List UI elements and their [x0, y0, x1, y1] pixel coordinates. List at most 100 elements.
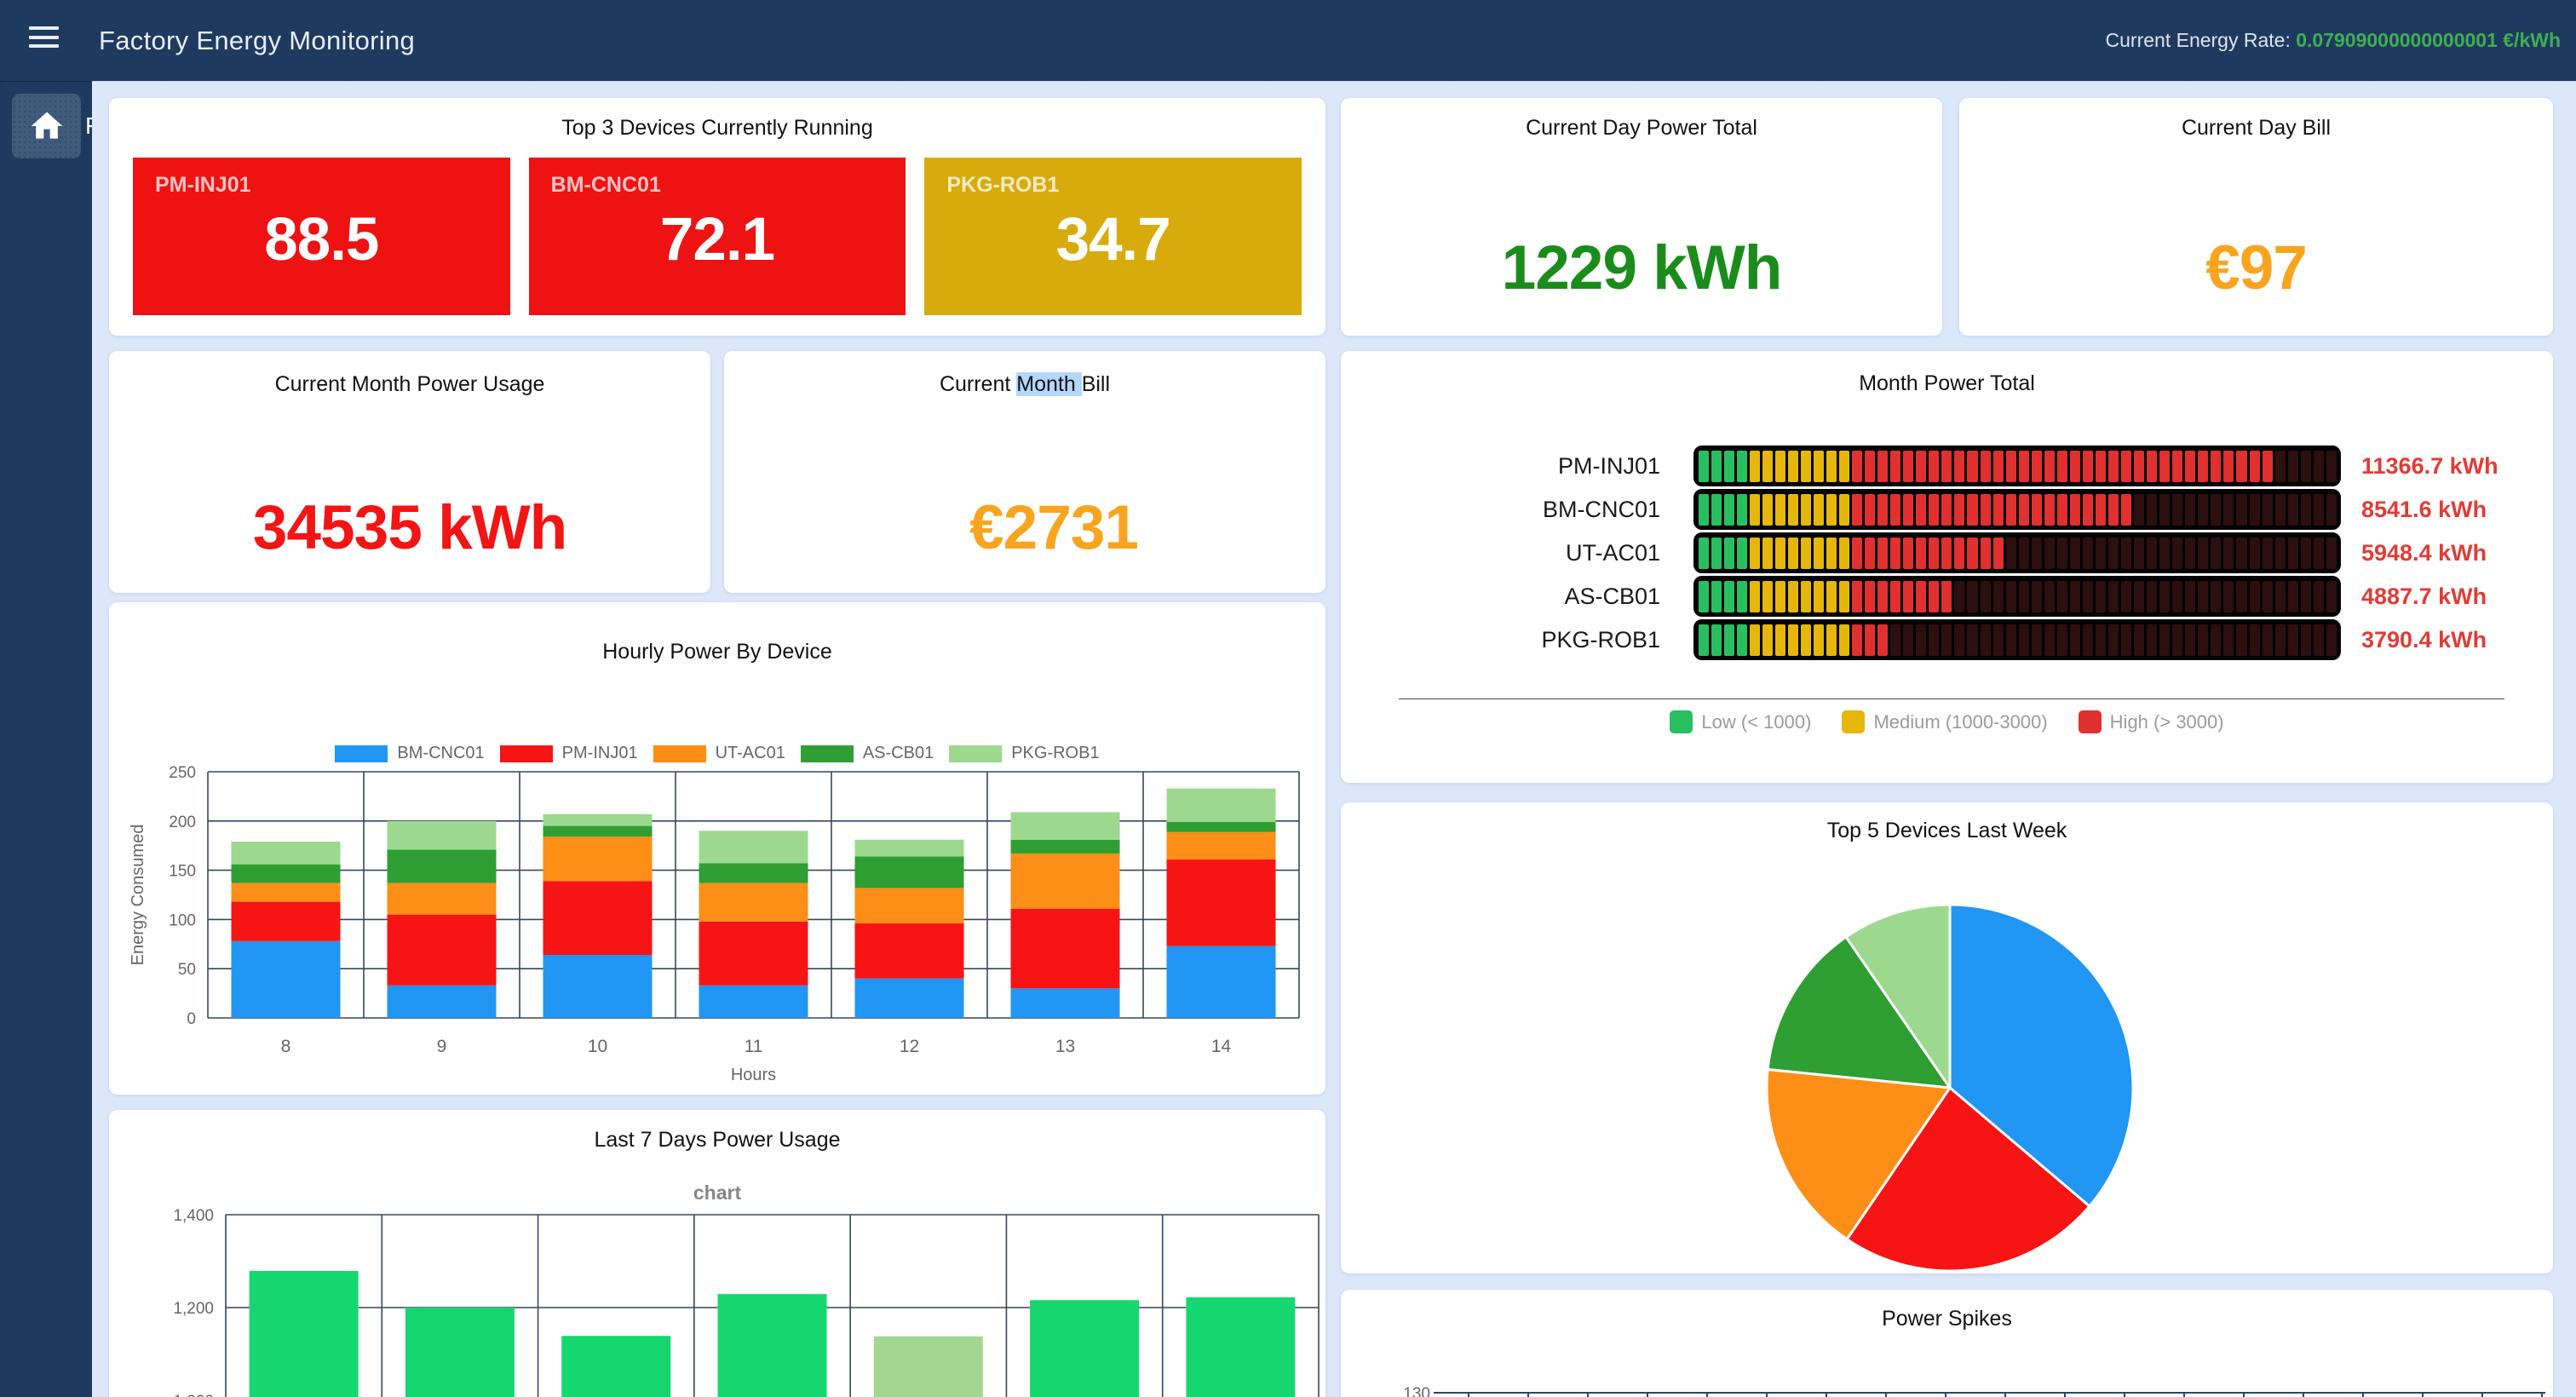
- stacked-bar-AS-CB01-h11: [699, 864, 808, 883]
- legend-swatch: [2079, 710, 2102, 733]
- stacked-bar-UT-AC01-h11: [699, 883, 808, 922]
- stat-box-value: 72.1: [529, 205, 906, 274]
- bar-day-5: [874, 1337, 983, 1397]
- panel-title: Current Month Power Usage: [109, 372, 710, 397]
- home-icon: [28, 107, 66, 145]
- gauge-label: AS-CB01: [1341, 576, 1660, 617]
- stacked-bar-BM-CNC01-h14: [1167, 946, 1276, 1018]
- stacked-bar-PKG-ROB1-h12: [855, 840, 964, 857]
- panel-title: Current Day Power Total: [1341, 116, 1942, 141]
- stacked-bar-UT-AC01-h8: [232, 883, 341, 902]
- stacked-bar-PM-INJ01-h10: [543, 881, 653, 955]
- stat-box-label: BM-CNC01: [551, 173, 661, 198]
- stacked-bar-BM-CNC01-h9: [388, 986, 497, 1018]
- panel-month-power-usage: Current Month Power Usage 34535 kWh: [109, 351, 710, 593]
- legend-label: Medium (1000-3000): [1873, 711, 2047, 733]
- dashboard-page: Factory Energy Monitoring Current Energy…: [0, 0, 2576, 1397]
- top5-pie-chart[interactable]: [1341, 802, 2553, 1273]
- panel-title: Current Month Bill: [724, 372, 1325, 397]
- bar-day-6: [1030, 1300, 1139, 1397]
- gauge-label: PKG-ROB1: [1341, 619, 1660, 660]
- stacked-bar-BM-CNC01-h10: [543, 955, 653, 1018]
- stacked-bar-BM-CNC01-h13: [1011, 988, 1120, 1018]
- last7-bar-chart[interactable]: 1,400 1,200 1,000: [109, 1110, 1325, 1397]
- panel-last7-days: Last 7 Days Power Usage chart 1,4001,200…: [109, 1110, 1325, 1397]
- stat-box-label: PM-INJ01: [155, 173, 251, 198]
- legend-swatch: [1842, 710, 1865, 733]
- gauge-rows: PM-INJ0111366.7 kWhBM-CNC018541.6 kWhUT-…: [1341, 446, 2553, 663]
- sidebar-item-home[interactable]: [12, 94, 81, 158]
- day-bill-value: €97: [1959, 233, 2553, 303]
- gauge-row-PKG-ROB1: PKG-ROB1 3790.4 kWh: [1341, 619, 2553, 660]
- svg-text:100: 100: [169, 911, 196, 929]
- gauge-value: 4887.7 kWh: [2361, 576, 2487, 617]
- gauge-row-PM-INJ01: PM-INJ0111366.7 kWh: [1341, 446, 2553, 486]
- stat-box-PM-INJ01: PM-INJ0188.5: [133, 158, 510, 315]
- stacked-bar-UT-AC01-h14: [1167, 832, 1276, 859]
- gauge-label: BM-CNC01: [1341, 489, 1660, 530]
- legend-swatch: [1670, 710, 1693, 733]
- menu-icon[interactable]: [29, 26, 59, 54]
- stacked-bar-AS-CB01-h10: [543, 826, 653, 837]
- svg-text:14: 14: [1211, 1037, 1232, 1056]
- gauge-value: 5948.4 kWh: [2361, 532, 2487, 573]
- gauge-bar: [1693, 446, 2341, 486]
- svg-text:1,400: 1,400: [173, 1207, 214, 1225]
- stacked-bar-PM-INJ01-h9: [388, 915, 497, 986]
- panel-hourly-power: Hourly Power By Device BM-CNC01PM-INJ01U…: [109, 602, 1325, 1095]
- stat-box-BM-CNC01: BM-CNC01 72.1: [529, 158, 906, 315]
- panel-title: Current Day Bill: [1959, 116, 2553, 141]
- stacked-bar-PKG-ROB1-h11: [699, 831, 808, 863]
- gauge-bar: [1693, 576, 2341, 617]
- legend-item[interactable]: Low (< 1000): [1670, 710, 1811, 733]
- stacked-bar-BM-CNC01-h12: [855, 979, 964, 1018]
- svg-text:250: 250: [169, 764, 196, 782]
- month-bill-value: €2731: [724, 492, 1325, 563]
- bar-day-7: [1186, 1297, 1295, 1397]
- gauge-row-UT-AC01: UT-AC015948.4 kWh: [1341, 532, 2553, 573]
- gauge-value: 3790.4 kWh: [2361, 619, 2487, 660]
- stacked-bar-PKG-ROB1-h9: [388, 821, 497, 850]
- app-title: Factory Energy Monitoring: [99, 0, 415, 81]
- svg-text:8: 8: [281, 1037, 291, 1056]
- stacked-bar-BM-CNC01-h8: [232, 941, 341, 1018]
- panel-day-power-total: Current Day Power Total 1229 kWh: [1341, 98, 1942, 336]
- panel-top3-devices: Top 3 Devices Currently Running PM-INJ01…: [109, 98, 1325, 336]
- stacked-bar-UT-AC01-h10: [543, 836, 653, 881]
- sidebar: F: [0, 81, 92, 1397]
- svg-text:1,200: 1,200: [173, 1300, 214, 1318]
- panel-power-spikes: Power Spikes 130: [1341, 1290, 2553, 1397]
- legend-item[interactable]: Medium (1000-3000): [1842, 710, 2047, 733]
- svg-text:130: 130: [1403, 1385, 1430, 1397]
- stacked-bar-UT-AC01-h13: [1011, 854, 1120, 909]
- stacked-bar-PM-INJ01-h8: [232, 902, 341, 941]
- gauge-bar: [1693, 489, 2341, 530]
- power-spikes-chart[interactable]: 130: [1341, 1290, 2553, 1397]
- svg-text:12: 12: [900, 1037, 919, 1056]
- stacked-bar-PM-INJ01-h13: [1011, 909, 1120, 989]
- hourly-stacked-bar-chart[interactable]: 050100150200250891011121314HoursEnergy C…: [109, 602, 1325, 1095]
- svg-text:1,000: 1,000: [173, 1393, 214, 1397]
- gauge-bar: [1693, 619, 2341, 660]
- stacked-bar-PKG-ROB1-h10: [543, 814, 653, 826]
- stat-box-value: 34.7: [924, 205, 1302, 274]
- dashboard-content: Top 3 Devices Currently Running PM-INJ01…: [92, 81, 2576, 1397]
- app-header: Factory Energy Monitoring Current Energy…: [0, 0, 2576, 81]
- bar-day-3: [561, 1336, 670, 1397]
- bar-day-1: [250, 1271, 359, 1397]
- stacked-bar-AS-CB01-h13: [1011, 840, 1120, 854]
- legend-item[interactable]: High (> 3000): [2079, 710, 2224, 733]
- bar-day-2: [405, 1308, 515, 1397]
- stacked-bar-AS-CB01-h14: [1167, 822, 1276, 832]
- stacked-bar-PM-INJ01-h14: [1167, 859, 1276, 946]
- legend-divider: [1399, 698, 2504, 699]
- stat-box-label: PKG-ROB1: [946, 173, 1059, 198]
- svg-text:13: 13: [1055, 1037, 1075, 1056]
- panel-top5-last-week: Top 5 Devices Last Week: [1341, 802, 2553, 1273]
- gauge-row-BM-CNC01: BM-CNC018541.6 kWh: [1341, 489, 2553, 530]
- stacked-bar-PM-INJ01-h12: [855, 923, 964, 979]
- svg-text:Energy Consumed: Energy Consumed: [129, 825, 147, 966]
- panel-day-bill: Current Day Bill €97: [1959, 98, 2553, 336]
- svg-text:200: 200: [169, 813, 196, 831]
- stacked-bar-PKG-ROB1-h13: [1011, 812, 1120, 839]
